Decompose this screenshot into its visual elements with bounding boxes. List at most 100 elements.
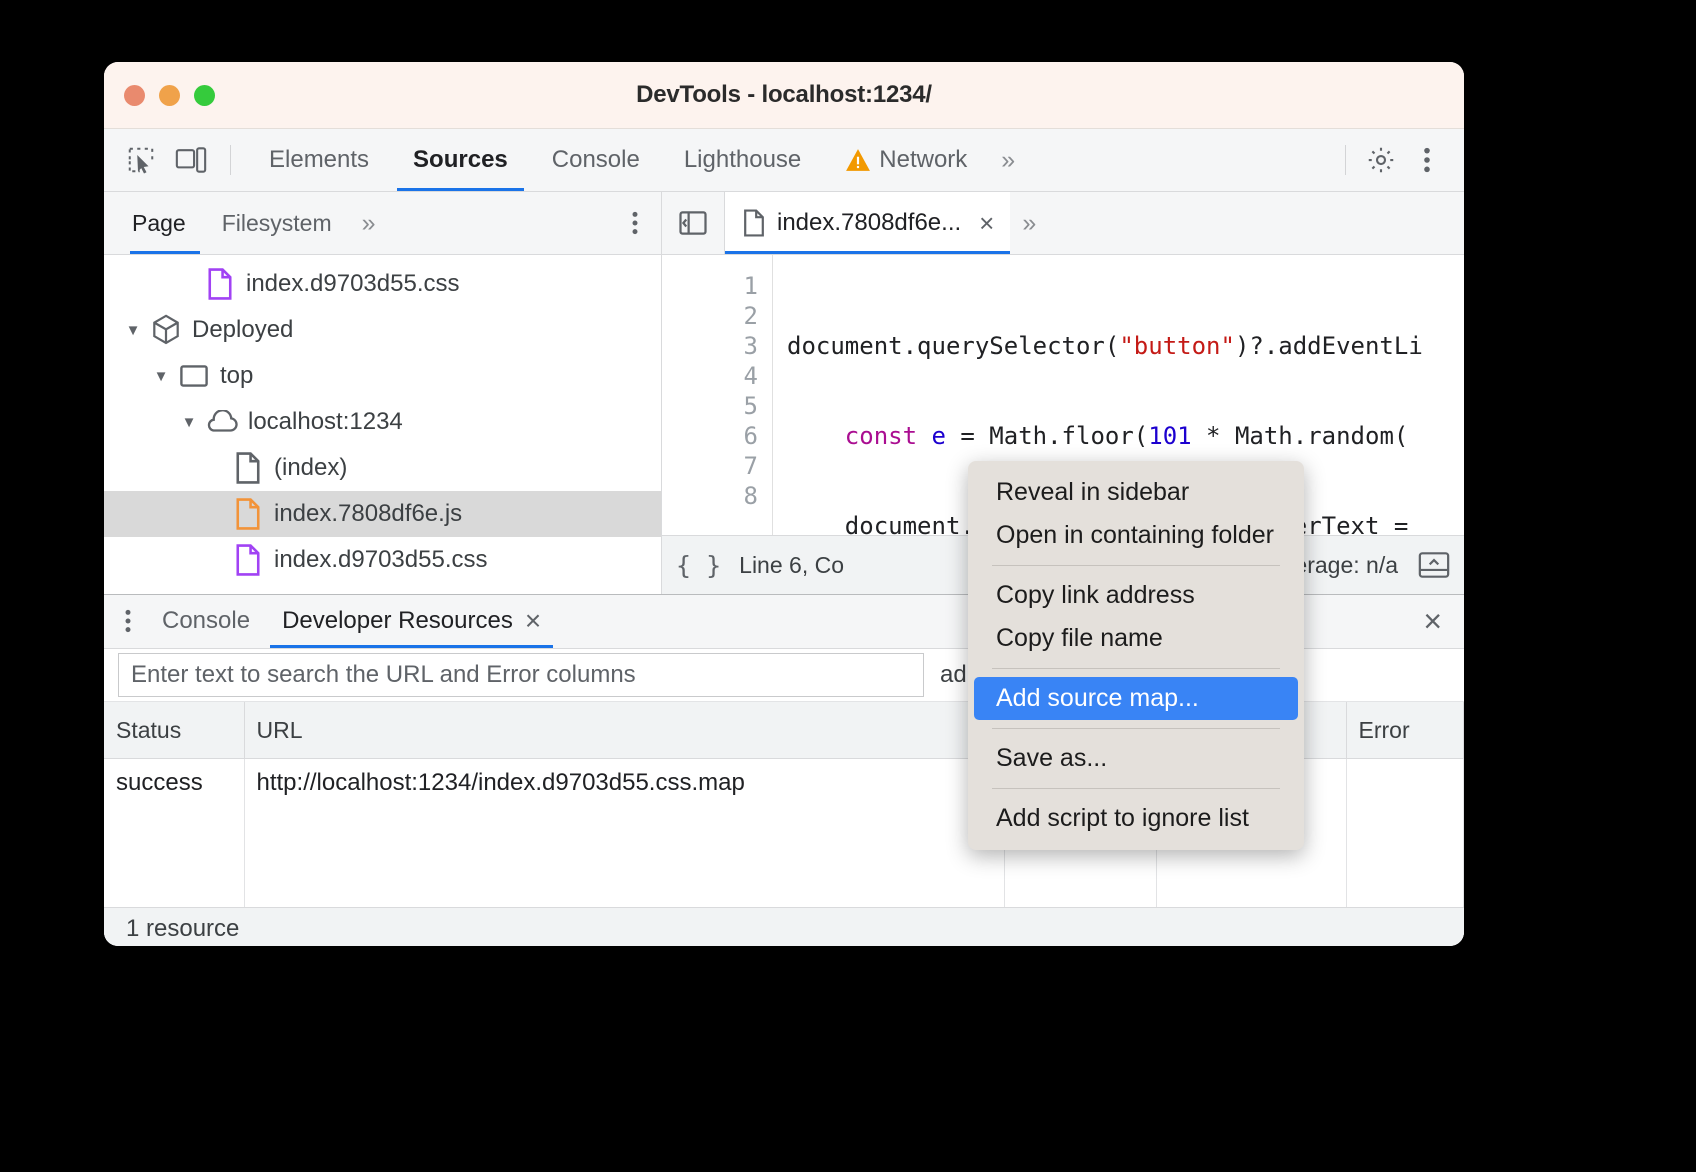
main-toolbar: Elements Sources Console Lighthouse Netw… [104, 129, 1464, 192]
tree-row-label: index.7808df6e.js [274, 500, 462, 528]
line-number-gutter: 1 2 3 4 5 6 7 8 [662, 255, 773, 535]
tree-row[interactable]: ▼ localhost:1234 [104, 399, 661, 445]
window-titlebar: DevTools - localhost:1234/ [104, 62, 1464, 129]
context-menu-item-add-script-to-ignore-list[interactable]: Add script to ignore list [968, 797, 1304, 840]
nav-tab-page[interactable]: Page [126, 192, 204, 254]
line-number: 6 [662, 421, 758, 451]
column-header-url[interactable]: URL [244, 702, 1004, 759]
context-menu-separator [992, 565, 1280, 566]
collapse-sidebar-icon[interactable] [662, 192, 725, 254]
close-icon[interactable]: × [525, 605, 541, 637]
panel-tabs: Elements Sources Console Lighthouse Netw… [247, 129, 1024, 191]
deployed-cube-icon [148, 314, 184, 346]
chevron-down-icon[interactable]: ▼ [174, 414, 204, 431]
tab-network-label: Network [879, 146, 967, 174]
close-drawer-icon[interactable]: × [1423, 605, 1442, 637]
close-drawer-glyph: × [1423, 603, 1442, 639]
inspect-element-icon[interactable] [118, 137, 164, 183]
tab-sources-label: Sources [413, 146, 508, 174]
cell-status: success [104, 759, 244, 908]
editor-tabstrip: index.7808df6e... × » [662, 192, 1464, 255]
resource-count-label: 1 resource [126, 915, 239, 943]
tab-lighthouse-label: Lighthouse [684, 146, 801, 174]
frame-icon [176, 364, 212, 388]
screenshot-root: DevTools - localhost:1234/ Elem [0, 0, 1696, 1172]
drawer-more-options-icon[interactable] [124, 608, 132, 634]
close-icon[interactable]: × [979, 208, 994, 239]
line-number: 2 [662, 301, 758, 331]
gear-icon[interactable] [1358, 137, 1404, 183]
chevron-down-icon[interactable]: ▼ [146, 368, 176, 385]
line-number: 8 [662, 481, 758, 511]
tree-row-label: top [220, 362, 253, 390]
js-file-icon [230, 498, 266, 530]
context-menu-item-copy-link-address[interactable]: Copy link address [968, 574, 1304, 617]
code-line: const e = Math.floor(101 * Math.random( [787, 421, 1464, 451]
chevron-down-icon[interactable]: ▼ [118, 322, 148, 339]
line-number: 1 [662, 271, 758, 301]
tree-row-label: localhost:1234 [248, 408, 403, 436]
editor-tab-index-js[interactable]: index.7808df6e... × [725, 192, 1010, 254]
toolbar-right-group [1333, 137, 1450, 183]
tree-row[interactable]: index.d9703d55.css [104, 537, 661, 583]
context-menu-separator [992, 788, 1280, 789]
cloud-icon [204, 410, 240, 434]
editor-tab-label: index.7808df6e... [777, 209, 961, 237]
nav-tab-filesystem-label: Filesystem [222, 210, 332, 237]
navigator-pane: Page Filesystem » [104, 192, 662, 594]
warning-triangle-icon [845, 148, 871, 172]
column-header-status[interactable]: Status [104, 702, 244, 759]
tab-lighthouse[interactable]: Lighthouse [662, 129, 823, 191]
line-number: 4 [662, 361, 758, 391]
drawer-tab-console[interactable]: Console [146, 595, 266, 648]
drawer-tab-developer-resources[interactable]: Developer Resources × [266, 595, 557, 648]
kebab-menu-icon[interactable] [1404, 137, 1450, 183]
tab-console-label: Console [552, 146, 640, 174]
tree-row-selected[interactable]: index.7808df6e.js [104, 491, 661, 537]
toolbar-divider [230, 145, 231, 175]
pretty-print-icon[interactable]: { } [676, 551, 721, 580]
tab-console[interactable]: Console [530, 129, 662, 191]
css-file-icon [230, 544, 266, 576]
navigator-more-options-icon[interactable] [631, 210, 639, 236]
tab-network[interactable]: Network [823, 129, 989, 191]
more-panels-icon[interactable]: » [989, 146, 1024, 175]
toolbar-divider-right [1345, 145, 1346, 175]
show-drawer-icon[interactable] [1418, 550, 1450, 580]
tree-row-label: (index) [274, 454, 347, 482]
js-file-icon [743, 209, 765, 237]
tree-row[interactable]: ▼ Deployed [104, 307, 661, 353]
tree-row[interactable]: (index) [104, 445, 661, 491]
tree-row-label: Deployed [192, 316, 293, 344]
line-number: 7 [662, 451, 758, 481]
context-menu-item-add-source-map[interactable]: Add source map... [974, 677, 1298, 720]
nav-tab-page-label: Page [132, 210, 186, 237]
tree-row-label: index.d9703d55.css [274, 546, 488, 574]
tab-sources[interactable]: Sources [391, 129, 530, 191]
line-number: 5 [662, 391, 758, 421]
tab-elements[interactable]: Elements [247, 129, 391, 191]
context-menu-item-copy-file-name[interactable]: Copy file name [968, 617, 1304, 660]
file-tree: index.d9703d55.css ▼ Deployed [104, 255, 661, 594]
device-toolbar-icon[interactable] [168, 137, 214, 183]
context-menu-item-open-in-containing-folder[interactable]: Open in containing folder [968, 514, 1304, 557]
line-number: 3 [662, 331, 758, 361]
window-title: DevTools - localhost:1234/ [104, 81, 1464, 109]
search-input-placeholder: Enter text to search the URL and Error c… [131, 661, 636, 689]
cursor-position-label: Line 6, Co [739, 552, 844, 579]
column-header-error[interactable]: Error [1346, 702, 1464, 759]
context-menu-item-save-as[interactable]: Save as... [968, 737, 1304, 780]
context-menu-separator [992, 668, 1280, 669]
resource-count-footer: 1 resource [104, 907, 1464, 946]
context-menu-item-reveal-in-sidebar[interactable]: Reveal in sidebar [968, 471, 1304, 514]
code-line: document.querySelector("button")?.addEve… [787, 331, 1464, 361]
tree-row[interactable]: ▼ top [104, 353, 661, 399]
more-editor-tabs-icon[interactable]: » [1010, 209, 1045, 238]
drawer-tab-console-label: Console [162, 607, 250, 635]
more-nav-tabs-icon[interactable]: » [350, 209, 385, 238]
tree-row[interactable]: index.d9703d55.css [104, 261, 661, 307]
search-input[interactable]: Enter text to search the URL and Error c… [118, 653, 924, 697]
nav-tab-filesystem[interactable]: Filesystem [204, 192, 350, 254]
navigator-tabs: Page Filesystem » [104, 192, 661, 255]
document-file-icon [230, 452, 266, 484]
